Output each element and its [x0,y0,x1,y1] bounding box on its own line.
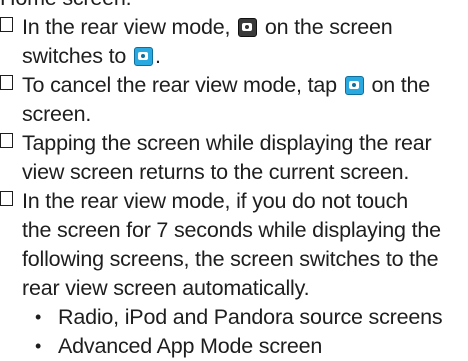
item-3-text-a: Tapping the screen while displaying the … [22,131,432,155]
bullet-icon: • [35,336,42,356]
item-1-text-c: switches to [22,44,127,68]
checkbox-icon [0,17,13,32]
sub-list-item-2: • Advanced App Mode screen [0,332,468,361]
list-item-2-line-2: screen. [0,100,468,129]
item-4-text-b: the screen for 7 seconds while displayin… [22,218,441,242]
item-1-text-a: In the rear view mode, [22,15,231,39]
header-fragment-line: Home screen. [0,0,468,13]
camera-off-icon [238,18,258,37]
list-item-3-line-1: Tapping the screen while displaying the … [0,129,468,158]
sub-item-1-text: Radio, iPod and Pandora source screens [58,305,443,329]
header-fragment: Home screen. [0,0,132,13]
item-2-text-b: on the [371,73,431,97]
checkbox-icon [0,133,13,148]
item-1-text-b: on the screen [264,15,393,39]
item-2-text-c: screen. [22,102,92,126]
item-4-text-c: following screens, the screen switches t… [22,247,439,271]
checkbox-icon [0,191,13,206]
camera-on-icon [344,76,364,95]
sub-list-item-1: • Radio, iPod and Pandora source screens [0,303,468,332]
item-2-text-a: To cancel the rear view mode, tap [22,73,337,97]
camera-on-icon [133,47,153,66]
item-3-text-b: view screen returns to the current scree… [22,160,410,184]
list-item-2-line-1: To cancel the rear view mode, tap on the [0,71,468,100]
item-4-text-a: In the rear view mode, if you do not tou… [22,189,408,213]
item-4-text-d: rear view screen automatically. [22,276,310,300]
list-item-1-line-2: switches to . [0,42,468,71]
bullet-icon: • [35,307,42,327]
list-item-4-line-1: In the rear view mode, if you do not tou… [0,187,468,216]
sub-item-2-text: Advanced App Mode screen [58,334,323,358]
list-item-4-line-3: following screens, the screen switches t… [0,245,468,274]
document-body: Home screen. In the rear view mode, on t… [0,0,468,361]
item-1-text-d: . [154,44,161,68]
checkbox-icon [0,75,13,90]
list-item-4-line-2: the screen for 7 seconds while displayin… [0,216,468,245]
list-item-4-line-4: rear view screen automatically. [0,274,468,303]
list-item-3-line-2: view screen returns to the current scree… [0,158,468,187]
list-item-1-line-1: In the rear view mode, on the screen [0,13,468,42]
